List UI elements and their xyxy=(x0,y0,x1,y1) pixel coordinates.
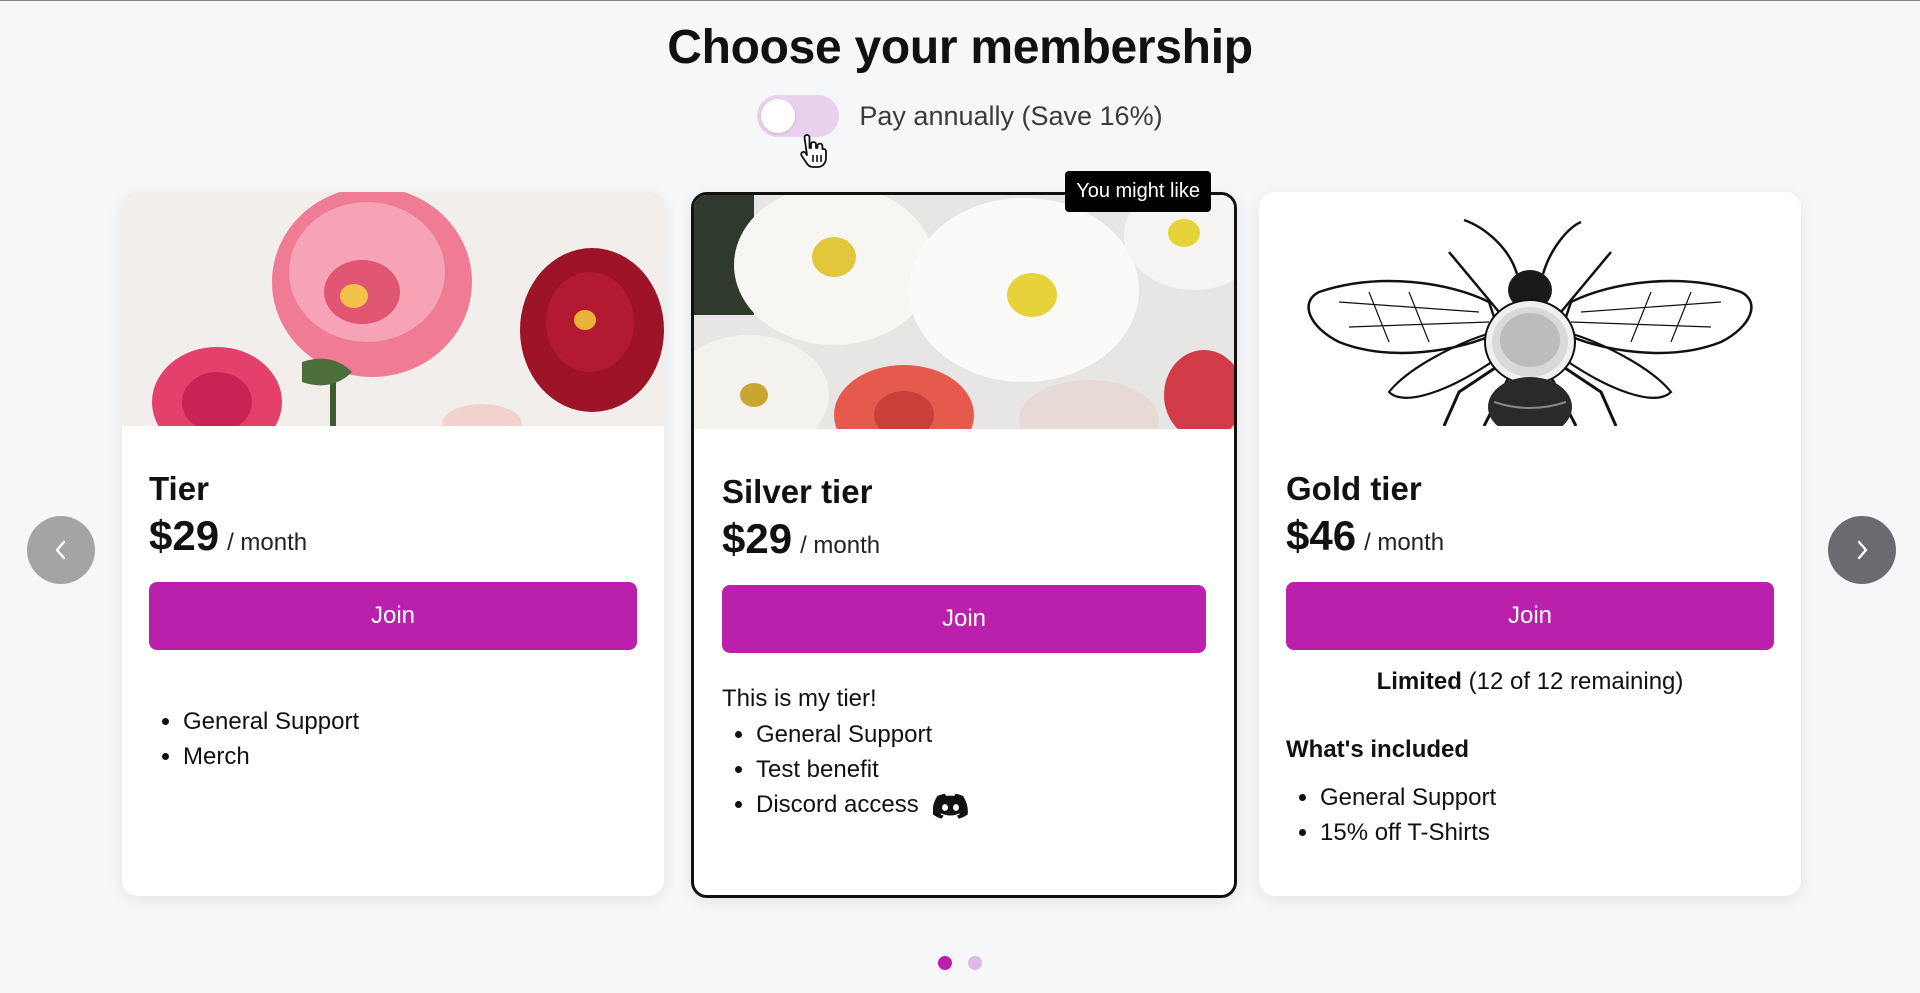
benefits-list: General Support Test benefit Discord acc… xyxy=(722,717,1206,822)
recommended-badge: You might like xyxy=(1065,171,1211,212)
benefits-list: General Support Merch xyxy=(149,704,637,774)
tier-price: $46 xyxy=(1286,512,1357,559)
benefit-item: General Support xyxy=(1320,780,1774,815)
tier-card: Tier $29 / month Join General Support Me… xyxy=(122,192,664,896)
price-line: $29 / month xyxy=(149,512,637,560)
tier-name: Silver tier xyxy=(722,473,873,510)
benefit-item: General Support xyxy=(183,704,637,739)
annual-billing-label: Pay annually (Save 16%) xyxy=(859,100,1163,131)
membership-page: Choose your membership Pay annually (Sav… xyxy=(0,0,1920,993)
join-button[interactable]: Join xyxy=(1286,582,1774,650)
bee-illustration xyxy=(1259,192,1801,426)
benefit-item: General Support xyxy=(756,717,1206,752)
tier-image xyxy=(122,192,664,426)
carousel-pagination xyxy=(0,956,1920,970)
chevron-left-icon xyxy=(55,540,66,560)
limited-availability: Limited (12 of 12 remaining) xyxy=(1286,668,1774,696)
price-line: $29 / month xyxy=(722,515,1206,563)
price-period: / month xyxy=(227,529,308,556)
page-title: Choose your membership xyxy=(667,21,1253,74)
carousel-prev-button[interactable] xyxy=(27,516,95,584)
hand-cursor-icon xyxy=(800,134,827,168)
pagination-dot-1[interactable] xyxy=(938,956,952,970)
join-button[interactable]: Join xyxy=(149,582,637,650)
benefit-item-label: Discord access xyxy=(756,791,919,818)
gold-tier-card: Gold tier $46 / month Join Limited (12 o… xyxy=(1259,192,1801,896)
price-line: $46 / month xyxy=(1286,512,1774,560)
discord-icon xyxy=(933,793,969,819)
limited-count: (12 of 12 remaining) xyxy=(1468,668,1684,695)
annual-billing-toggle[interactable] xyxy=(757,95,840,137)
silver-tier-card: You might like Silver tier $29 / month J… xyxy=(691,171,1237,898)
pagination-dot-2[interactable] xyxy=(968,956,982,970)
billing-toggle-row: Pay annually (Save 16%) xyxy=(0,95,1920,137)
benefits-list: General Support 15% off T-Shirts xyxy=(1286,780,1774,850)
carousel-next-button[interactable] xyxy=(1828,516,1896,584)
benefit-item: Test benefit xyxy=(756,752,1206,787)
chevron-right-icon xyxy=(1857,540,1868,560)
tier-description: This is my tier! xyxy=(722,685,877,712)
flowers-image xyxy=(122,192,664,426)
benefit-item: Merch xyxy=(183,739,637,774)
tier-name: Gold tier xyxy=(1286,470,1422,507)
toggle-knob xyxy=(761,99,796,133)
tier-image xyxy=(1259,192,1801,426)
price-period: / month xyxy=(800,532,881,559)
tier-price: $29 xyxy=(722,515,793,562)
tier-image xyxy=(694,195,1234,429)
benefit-item-discord: Discord access xyxy=(756,787,1206,822)
benefit-item: 15% off T-Shirts xyxy=(1320,815,1774,850)
tier-price: $29 xyxy=(149,512,220,559)
price-period: / month xyxy=(1364,529,1445,556)
top-border xyxy=(0,0,1920,1)
tier-name: Tier xyxy=(149,470,209,507)
limited-label: Limited xyxy=(1376,668,1462,695)
white-peonies-image xyxy=(694,195,1234,429)
join-button[interactable]: Join xyxy=(722,585,1206,653)
included-heading: What's included xyxy=(1286,736,1470,763)
